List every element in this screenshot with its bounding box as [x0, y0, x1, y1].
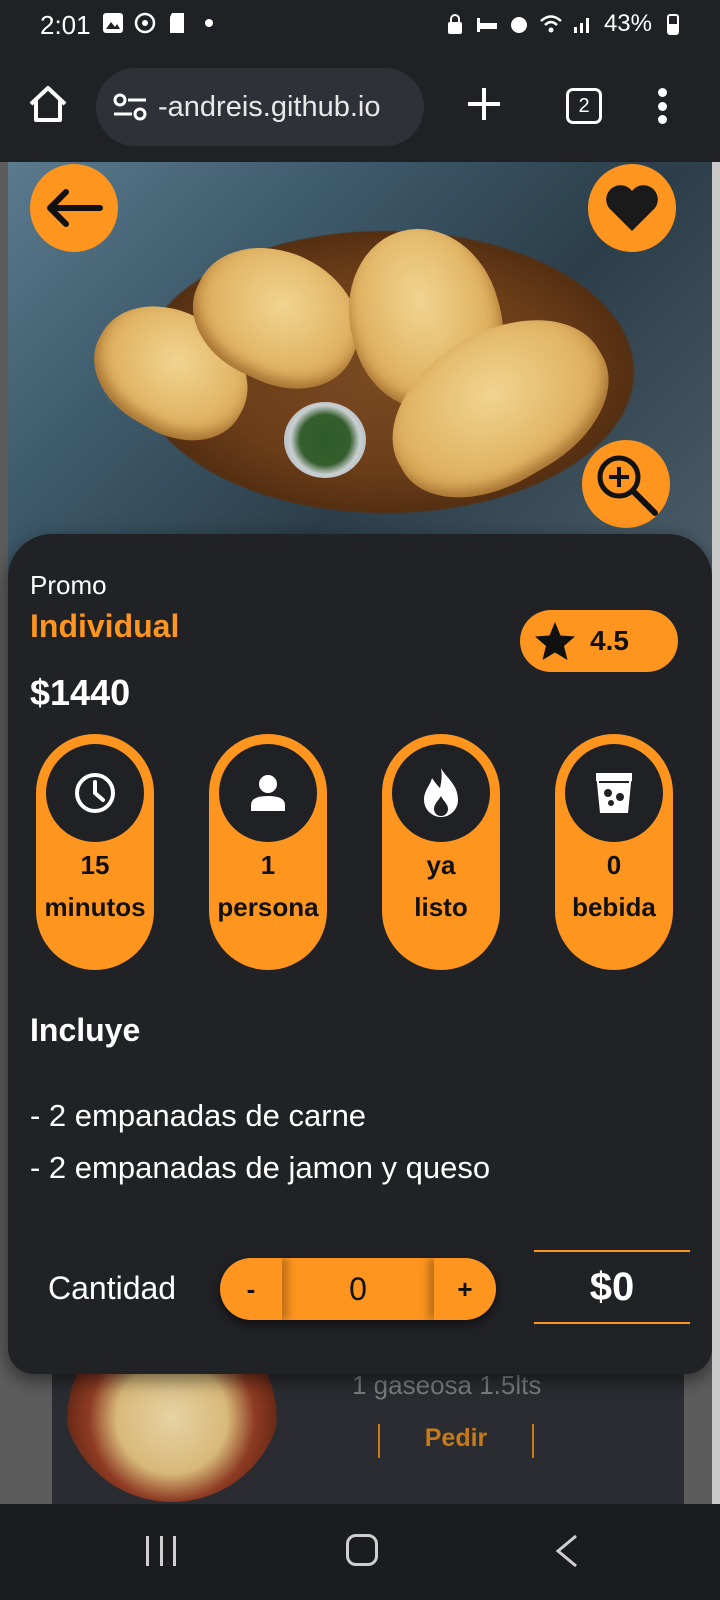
quantity-label: Cantidad: [48, 1270, 177, 1306]
sync-icon: [134, 12, 156, 34]
feature-value: 0: [606, 850, 622, 880]
status-bar: 2:01 43%: [0, 0, 720, 52]
status-notification-icons: [102, 12, 220, 34]
lock-icon: [447, 14, 462, 34]
battery-percent: 43%: [603, 10, 652, 37]
wifi-icon: [540, 15, 562, 33]
url-text: -andreis.github.io: [158, 90, 381, 123]
recent-apps-icon[interactable]: [146, 1536, 176, 1566]
favorite-button[interactable]: [588, 164, 676, 252]
zoom-in-icon: [597, 455, 658, 516]
more-menu-icon[interactable]: [656, 88, 668, 124]
arrow-left-icon: [47, 189, 103, 227]
page-content: 1 gaseosa 1.5lts Pedir Promo Individual …: [0, 162, 720, 1504]
status-time: 2:01: [40, 10, 91, 40]
feature-unit: bebida: [572, 892, 656, 922]
person-icon: [219, 744, 317, 842]
home-icon[interactable]: [26, 82, 70, 126]
feature-value: ya: [426, 850, 456, 880]
feature-ready: ya listo: [382, 734, 500, 970]
browser-toolbar: -andreis.github.io 2: [0, 52, 720, 162]
alarm-icon: [510, 17, 527, 33]
pizza-image: [62, 1362, 282, 1502]
background-item-text: 1 gaseosa 1.5lts: [352, 1370, 542, 1400]
quantity-stepper: - 0 +: [220, 1258, 496, 1320]
signal-icon: [573, 18, 589, 33]
site-settings-icon[interactable]: [112, 92, 148, 122]
product-image: [8, 162, 712, 582]
heart-icon: [606, 185, 658, 231]
product-detail-card: Promo Individual $1440 4.5 15 minutos 1 …: [8, 534, 712, 1374]
background-list-item: 1 gaseosa 1.5lts Pedir: [52, 1362, 684, 1504]
home-nav-icon[interactable]: [346, 1534, 378, 1566]
feature-value: 15: [80, 850, 110, 880]
product-price: $1440: [30, 672, 131, 713]
pedir-button[interactable]: Pedir: [378, 1424, 534, 1458]
back-button[interactable]: [30, 164, 118, 252]
feature-time: 15 minutos: [36, 734, 154, 970]
feature-people: 1 persona: [209, 734, 327, 970]
system-nav-bar: [0, 1504, 720, 1600]
feature-unit: listo: [414, 892, 468, 922]
quantity-value: 0: [349, 1270, 367, 1307]
fire-icon: [392, 744, 490, 842]
feature-drink: 0 bebida: [555, 734, 673, 970]
tab-switcher-button[interactable]: 2: [566, 88, 602, 124]
increment-button[interactable]: +: [434, 1258, 496, 1320]
gallery-icon: [103, 13, 123, 33]
sauce-bowl-image: [284, 402, 366, 478]
feature-value: 1: [260, 850, 276, 880]
includes-title: Incluye: [30, 1012, 141, 1048]
list-item: - 2 empanadas de jamon y queso: [30, 1150, 491, 1185]
product-features: 15 minutos 1 persona ya listo 0 bebida: [36, 734, 676, 970]
feature-unit: minutos: [44, 892, 146, 922]
back-nav-icon[interactable]: [554, 1534, 580, 1568]
product-category: Promo: [30, 570, 107, 600]
zoom-button[interactable]: [582, 440, 670, 528]
feature-unit: persona: [217, 892, 319, 922]
clock-icon: [46, 744, 144, 842]
order-total: $0: [534, 1250, 690, 1324]
includes-list: - 2 empanadas de carne - 2 empanadas de …: [30, 1090, 490, 1194]
scrollbar[interactable]: [712, 162, 720, 1504]
list-item: - 2 empanadas de carne: [30, 1098, 367, 1133]
rating-badge: 4.5: [520, 610, 678, 672]
product-name: Individual: [30, 608, 180, 644]
sd-card-icon: [170, 13, 184, 33]
address-bar[interactable]: -andreis.github.io: [96, 68, 424, 146]
new-tab-icon[interactable]: [466, 86, 502, 122]
bed-icon: [476, 18, 497, 32]
battery-icon: [667, 14, 679, 35]
rating-value: 4.5: [590, 625, 629, 656]
drink-icon: [565, 744, 663, 842]
status-system-icons: 43%: [444, 10, 684, 38]
star-icon: [535, 622, 575, 660]
decrement-button[interactable]: -: [220, 1258, 282, 1320]
dot-icon: [205, 19, 213, 27]
